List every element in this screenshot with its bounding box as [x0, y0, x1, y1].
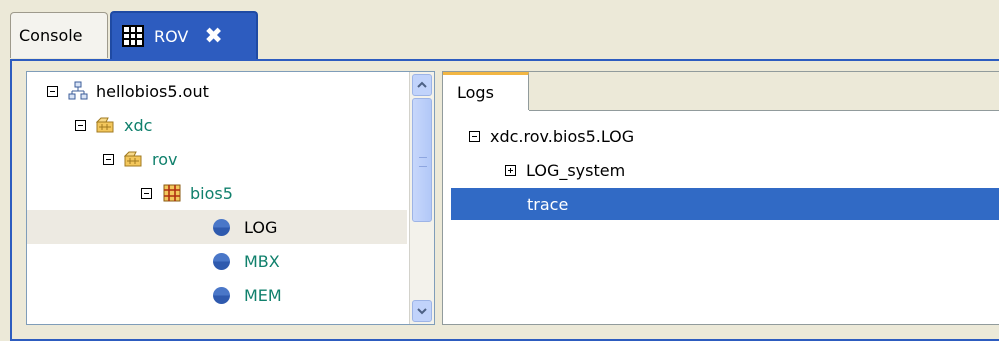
module-tree[interactable]: hellobios5.out xdc rov bios5 LOG MBX MEM: [26, 71, 435, 325]
log-row-log-system[interactable]: LOG_system: [505, 154, 625, 186]
close-icon[interactable]: ✖: [204, 24, 222, 49]
tree-item-label: xdc: [124, 115, 153, 135]
tree-item-label: MBX: [244, 251, 280, 271]
log-row-trace[interactable]: trace: [451, 188, 999, 220]
rov-view-frame: hellobios5.out xdc rov bios5 LOG MBX MEM…: [10, 59, 999, 341]
tab-logs[interactable]: Logs: [443, 72, 529, 110]
tab-logs-label: Logs: [457, 83, 494, 102]
tree-vertical-scrollbar[interactable]: [409, 72, 434, 324]
log-row-label: LOG_system: [526, 160, 626, 180]
collapse-icon[interactable]: [47, 85, 58, 97]
collapse-icon[interactable]: [103, 153, 114, 165]
tree-item-mem[interactable]: MEM: [213, 278, 282, 312]
module-grid-icon: [162, 183, 182, 203]
chevron-up-icon: [417, 81, 427, 88]
tree-item-label: hellobios5.out: [96, 81, 209, 101]
grip-icon: [419, 157, 427, 167]
module-dot-icon: [213, 218, 230, 236]
tab-rov-label: ROV: [154, 26, 189, 46]
scroll-down-button[interactable]: [412, 300, 432, 322]
tree-item-label: bios5: [190, 183, 233, 203]
program-icon: [68, 81, 88, 101]
module-dot-icon: [213, 286, 230, 304]
expand-icon[interactable]: [505, 164, 516, 176]
log-row-label: trace: [527, 194, 569, 214]
logs-tab-strip: [529, 72, 999, 111]
module-dot-icon: [213, 252, 230, 270]
tree-item-label: LOG: [244, 217, 278, 237]
package-icon: [123, 149, 144, 169]
log-row-label: xdc.rov.bios5.LOG: [490, 126, 635, 146]
package-icon: [95, 115, 116, 135]
chevron-down-icon: [417, 308, 427, 315]
logs-panel: Logs xdc.rov.bios5.LOG LOG_system trace: [442, 71, 999, 325]
tree-item-mbx[interactable]: MBX: [213, 244, 280, 278]
collapse-icon[interactable]: [141, 187, 152, 199]
tree-item-label: MEM: [244, 285, 282, 305]
scroll-thumb[interactable]: [412, 98, 432, 222]
tree-item-bios5[interactable]: bios5: [141, 176, 233, 210]
tree-item-rov[interactable]: rov: [103, 142, 177, 176]
tree-item-label: rov: [152, 149, 178, 169]
scroll-up-button[interactable]: [412, 74, 432, 96]
tab-console[interactable]: Console: [10, 12, 108, 58]
tab-bar: Console ROV ✖: [10, 11, 999, 60]
tab-console-label: Console: [19, 26, 83, 45]
collapse-icon[interactable]: [469, 130, 480, 142]
collapse-icon[interactable]: [75, 119, 86, 131]
log-row-root[interactable]: xdc.rov.bios5.LOG: [469, 120, 634, 152]
tree-item-xdc[interactable]: xdc: [75, 108, 152, 142]
tree-item-hellobios5-out[interactable]: hellobios5.out: [47, 74, 209, 108]
tab-rov[interactable]: ROV ✖: [110, 11, 258, 59]
tree-item-log[interactable]: LOG: [27, 210, 407, 244]
table-grid-icon: [122, 25, 144, 47]
